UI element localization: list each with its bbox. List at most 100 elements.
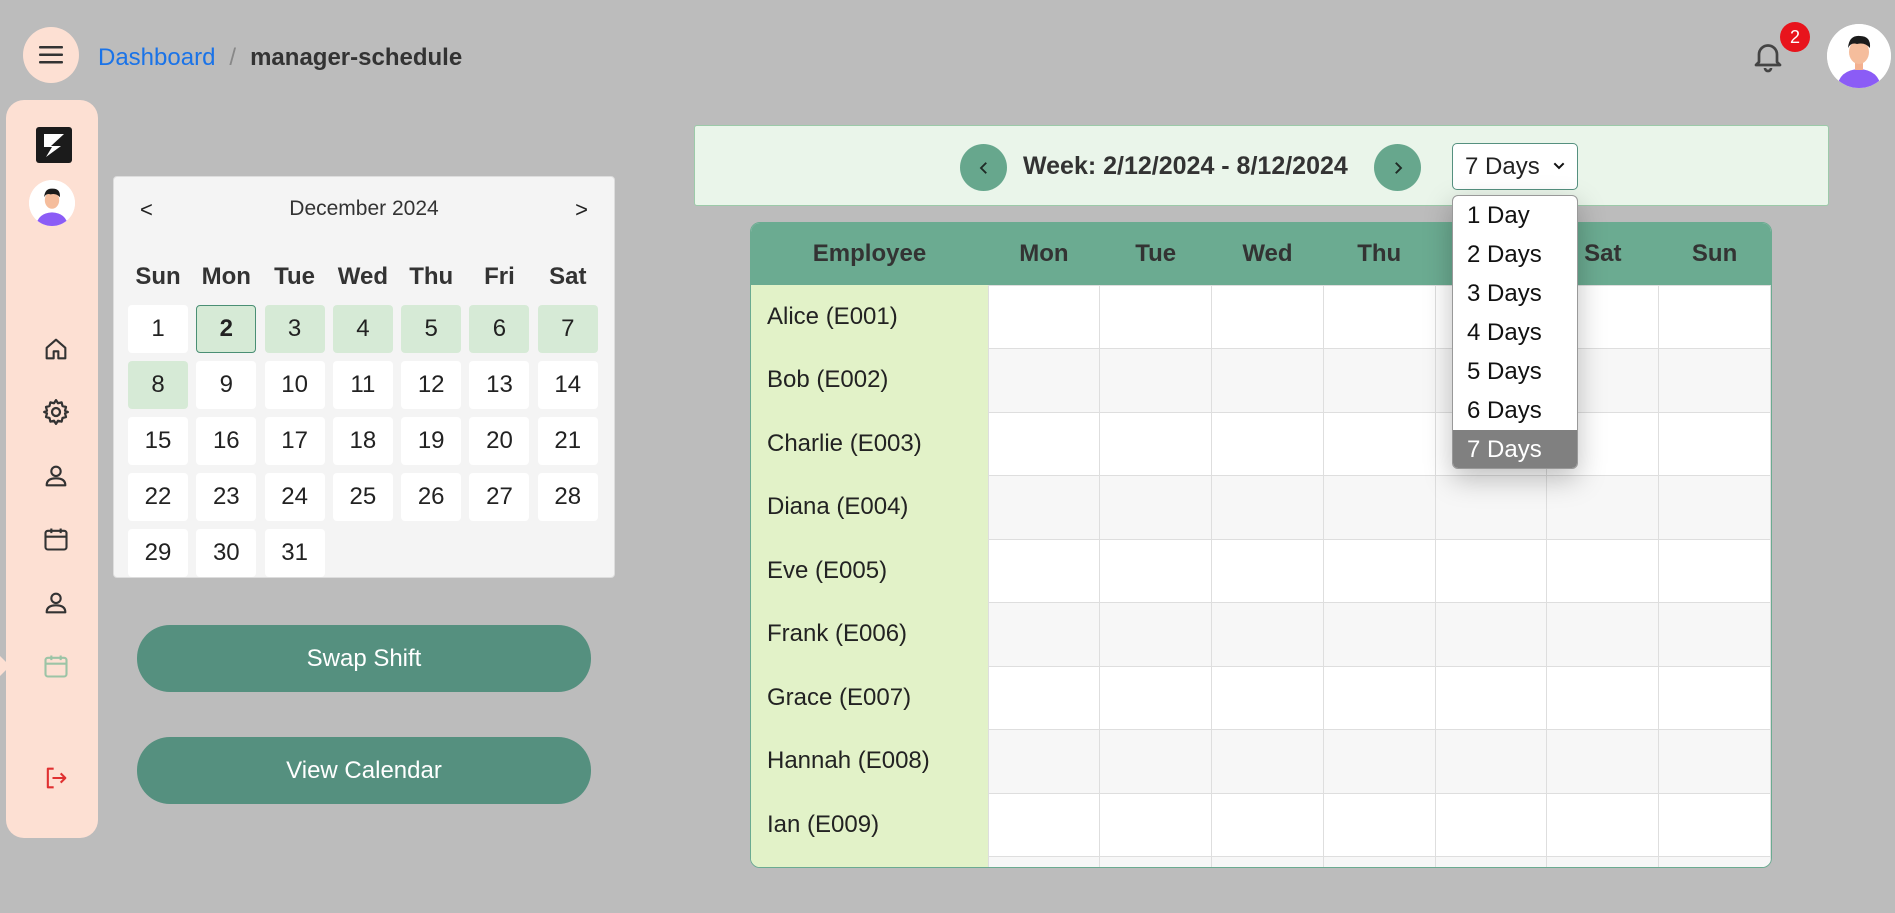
calendar-day[interactable]: 17: [264, 417, 325, 465]
shift-cell[interactable]: [1434, 538, 1548, 603]
shift-cell[interactable]: [987, 475, 1101, 540]
calendar-day[interactable]: 29: [128, 529, 188, 577]
shift-cell[interactable]: [1658, 284, 1771, 349]
calendar-day[interactable]: 1: [128, 305, 188, 353]
shift-cell[interactable]: [987, 856, 1101, 867]
shift-cell[interactable]: [1099, 538, 1213, 603]
dropdown-option[interactable]: 2 Days: [1453, 235, 1577, 274]
shift-cell[interactable]: [1322, 348, 1436, 413]
calendar-day[interactable]: 25: [332, 473, 393, 521]
days-range-select[interactable]: 7 Days: [1452, 143, 1578, 190]
shift-cell[interactable]: [1322, 284, 1436, 349]
mini-calendar-prev-button[interactable]: <: [140, 197, 153, 223]
calendar-day[interactable]: 13: [469, 361, 530, 409]
app-logo-icon[interactable]: [36, 127, 72, 163]
shift-cell[interactable]: [1546, 538, 1660, 603]
breadcrumb-dashboard-link[interactable]: Dashboard: [98, 44, 215, 72]
calendar-day[interactable]: 5: [401, 305, 462, 353]
calendar-day[interactable]: 27: [469, 473, 530, 521]
shift-cell[interactable]: [1546, 856, 1660, 867]
calendar-day[interactable]: 3: [264, 305, 325, 353]
calendar-day[interactable]: 7: [537, 305, 598, 353]
shift-cell[interactable]: [1434, 792, 1548, 857]
shift-cell[interactable]: [1211, 475, 1324, 540]
shift-cell[interactable]: [1658, 538, 1771, 603]
shift-cell[interactable]: [1658, 348, 1771, 413]
calendar-day[interactable]: 26: [401, 473, 462, 521]
calendar-day[interactable]: 19: [401, 417, 462, 465]
shift-cell[interactable]: [1658, 792, 1771, 857]
calendar-day[interactable]: 21: [537, 417, 598, 465]
dropdown-option[interactable]: 3 Days: [1453, 274, 1577, 313]
shift-cell[interactable]: [1546, 602, 1660, 667]
calendar-day[interactable]: 16: [196, 417, 257, 465]
sidebar-item-employees[interactable]: [36, 583, 76, 623]
prev-week-button[interactable]: [960, 144, 1007, 191]
sidebar-avatar[interactable]: [29, 180, 75, 226]
calendar-day[interactable]: 4: [332, 305, 393, 353]
shift-cell[interactable]: [1099, 729, 1213, 794]
shift-cell[interactable]: [1322, 602, 1436, 667]
dropdown-option[interactable]: 5 Days: [1453, 352, 1577, 391]
calendar-day[interactable]: 11: [332, 361, 393, 409]
shift-cell[interactable]: [1546, 792, 1660, 857]
swap-shift-button[interactable]: Swap Shift: [137, 625, 591, 692]
sidebar-item-home[interactable]: [36, 329, 76, 369]
shift-cell[interactable]: [987, 602, 1101, 667]
shift-cell[interactable]: [987, 729, 1101, 794]
calendar-day[interactable]: 9: [196, 361, 257, 409]
sidebar-item-logout[interactable]: [36, 758, 76, 798]
shift-cell[interactable]: [1322, 665, 1436, 730]
dropdown-option[interactable]: 7 Days: [1453, 430, 1577, 468]
shift-cell[interactable]: [1211, 729, 1324, 794]
shift-cell[interactable]: [1546, 475, 1660, 540]
shift-cell[interactable]: [987, 284, 1101, 349]
calendar-day[interactable]: 22: [128, 473, 188, 521]
shift-cell[interactable]: [1099, 284, 1213, 349]
dropdown-option[interactable]: 1 Day: [1453, 196, 1577, 235]
dropdown-option[interactable]: 4 Days: [1453, 313, 1577, 352]
calendar-day[interactable]: 14: [537, 361, 598, 409]
shift-cell[interactable]: [1211, 602, 1324, 667]
calendar-day[interactable]: 20: [469, 417, 530, 465]
shift-cell[interactable]: [1658, 856, 1771, 867]
calendar-day[interactable]: 15: [128, 417, 188, 465]
shift-cell[interactable]: [1099, 602, 1213, 667]
calendar-day[interactable]: 12: [401, 361, 462, 409]
shift-cell[interactable]: [1211, 538, 1324, 603]
shift-cell[interactable]: [1658, 475, 1771, 540]
shift-cell[interactable]: [1322, 475, 1436, 540]
calendar-day[interactable]: 30: [196, 529, 257, 577]
calendar-day[interactable]: 6: [469, 305, 530, 353]
calendar-day[interactable]: 23: [196, 473, 257, 521]
shift-cell[interactable]: [1099, 665, 1213, 730]
shift-cell[interactable]: [1211, 856, 1324, 867]
next-week-button[interactable]: [1374, 144, 1421, 191]
calendar-day[interactable]: 8: [128, 361, 188, 409]
shift-cell[interactable]: [1434, 475, 1548, 540]
user-avatar[interactable]: [1827, 24, 1891, 88]
shift-cell[interactable]: [1322, 856, 1436, 867]
shift-cell[interactable]: [1211, 411, 1324, 476]
shift-cell[interactable]: [987, 538, 1101, 603]
calendar-day[interactable]: 24: [264, 473, 325, 521]
shift-cell[interactable]: [1658, 665, 1771, 730]
calendar-day[interactable]: 18: [332, 417, 393, 465]
shift-cell[interactable]: [1099, 475, 1213, 540]
shift-cell[interactable]: [1434, 665, 1548, 730]
shift-cell[interactable]: [1658, 411, 1771, 476]
sidebar-item-schedule-active[interactable]: [36, 646, 76, 686]
shift-cell[interactable]: [1658, 729, 1771, 794]
shift-cell[interactable]: [1099, 792, 1213, 857]
shift-cell[interactable]: [1546, 665, 1660, 730]
shift-cell[interactable]: [1099, 856, 1213, 867]
shift-cell[interactable]: [1211, 348, 1324, 413]
shift-cell[interactable]: [987, 665, 1101, 730]
shift-cell[interactable]: [1434, 729, 1548, 794]
sidebar-item-calendar[interactable]: [36, 519, 76, 559]
calendar-day[interactable]: 28: [537, 473, 598, 521]
shift-cell[interactable]: [1211, 792, 1324, 857]
shift-cell[interactable]: [987, 411, 1101, 476]
calendar-day[interactable]: 31: [264, 529, 325, 577]
shift-cell[interactable]: [1322, 729, 1436, 794]
